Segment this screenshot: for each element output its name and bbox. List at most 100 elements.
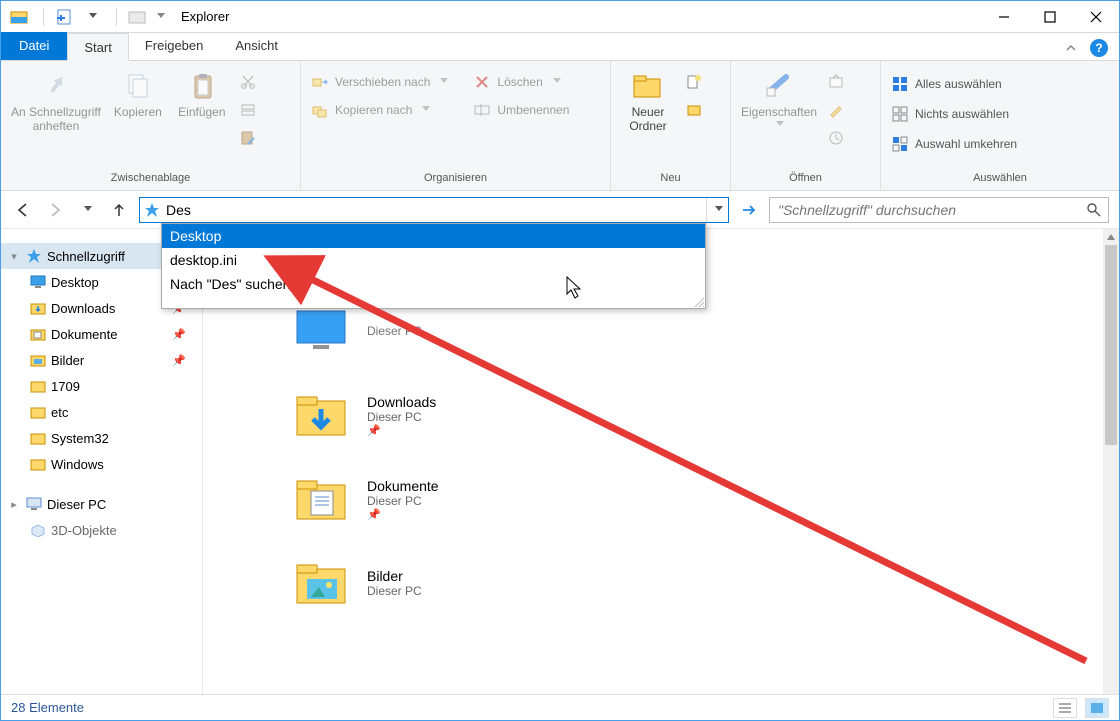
ribbon-group-label: Organisieren	[309, 170, 602, 188]
sidebar-item-1709[interactable]: 1709	[1, 373, 202, 399]
sidebar-item-documents[interactable]: Dokumente📌	[1, 321, 202, 347]
move-to-button[interactable]: Verschieben nach	[309, 71, 450, 93]
list-item[interactable]: DokumenteDieser PC📌	[293, 467, 1119, 531]
sidebar-item-etc[interactable]: etc	[1, 399, 202, 425]
chevron-down-icon	[422, 106, 430, 114]
qat-dropdown-icon[interactable]	[80, 5, 104, 29]
rename-icon	[473, 101, 491, 119]
qat-properties-icon[interactable]	[52, 5, 76, 29]
paste-shortcut-button[interactable]	[237, 127, 259, 149]
view-tab[interactable]: Ansicht	[219, 32, 294, 60]
explorer-app-icon	[7, 5, 31, 29]
sidebar-item-this-pc[interactable]: ▸ Dieser PC	[1, 491, 202, 517]
search-icon[interactable]	[1086, 202, 1102, 218]
edit-icon	[827, 101, 845, 119]
nav-bar: Desktop desktop.ini Nach "Des" suchen	[1, 191, 1119, 229]
up-button[interactable]	[107, 198, 131, 222]
desktop-icon	[293, 303, 349, 359]
properties-icon	[762, 69, 796, 103]
desktop-icon	[29, 273, 47, 291]
sidebar-item-system32[interactable]: System32	[1, 425, 202, 451]
ribbon-group-organize: Verschieben nach Kopieren nach Löschen	[301, 61, 611, 190]
new-folder-button[interactable]: Neuer Ordner	[619, 65, 677, 133]
scrollbar[interactable]	[1103, 229, 1119, 694]
share-tab[interactable]: Freigeben	[129, 32, 220, 60]
help-button[interactable]: ?	[1087, 36, 1111, 60]
pictures-icon	[293, 555, 349, 611]
qat-customize-icon[interactable]	[153, 5, 167, 29]
copy-button[interactable]: Kopieren	[109, 65, 167, 119]
sidebar-item-windows[interactable]: Windows	[1, 451, 202, 477]
details-view-button[interactable]	[1053, 698, 1077, 718]
resize-grip-icon[interactable]	[162, 296, 705, 308]
window-title: Explorer	[181, 9, 229, 24]
sidebar-item-3d-objects[interactable]: 3D-Objekte	[1, 517, 202, 543]
list-item[interactable]: DownloadsDieser PC📌	[293, 383, 1119, 447]
file-tab[interactable]: Datei	[1, 32, 67, 60]
maximize-button[interactable]	[1027, 1, 1073, 33]
rename-button[interactable]: Umbenennen	[471, 99, 571, 121]
sidebar-item-pictures[interactable]: Bilder📌	[1, 347, 202, 373]
back-button[interactable]	[11, 198, 35, 222]
mouse-cursor-icon	[566, 276, 584, 300]
pin-icon: 📌	[172, 354, 186, 367]
expand-icon[interactable]: ▾	[7, 250, 21, 263]
address-suggestion[interactable]: Desktop	[162, 224, 705, 248]
address-bar[interactable]	[139, 197, 729, 223]
chevron-down-icon	[553, 78, 561, 86]
paste-icon	[185, 69, 219, 103]
new-item-button[interactable]	[683, 71, 705, 93]
copy-to-button[interactable]: Kopieren nach	[309, 99, 432, 121]
close-button[interactable]	[1073, 1, 1119, 33]
address-suggestion[interactable]: Nach "Des" suchen	[162, 272, 705, 296]
pin-icon: 📌	[367, 424, 436, 437]
folder-icon	[29, 403, 47, 421]
select-all-icon	[891, 75, 909, 93]
go-button[interactable]	[737, 198, 761, 222]
open-button[interactable]	[825, 71, 847, 93]
list-item[interactable]: BilderDieser PC	[293, 551, 1119, 615]
ribbon: An Schnellzugriff anheften Kopieren Einf…	[1, 61, 1119, 191]
home-tab[interactable]: Start	[67, 33, 128, 61]
collapse-ribbon-icon[interactable]	[1059, 36, 1083, 60]
list-item[interactable]: Dieser PC	[293, 299, 1119, 363]
address-dropdown-button[interactable]	[706, 198, 728, 222]
minimize-button[interactable]	[981, 1, 1027, 33]
status-bar: 28 Elemente	[1, 694, 1119, 720]
ribbon-group-clipboard: An Schnellzugriff anheften Kopieren Einf…	[1, 61, 301, 190]
address-input[interactable]	[164, 199, 706, 221]
scroll-thumb[interactable]	[1105, 245, 1117, 445]
properties-button[interactable]: Eigenschaften	[739, 65, 819, 129]
cut-button[interactable]	[237, 71, 259, 93]
qat-folder-icon[interactable]	[125, 5, 149, 29]
invert-selection-button[interactable]: Auswahl umkehren	[889, 133, 1019, 155]
address-suggestions-dropdown: Desktop desktop.ini Nach "Des" suchen	[161, 223, 706, 309]
history-button[interactable]	[825, 127, 847, 149]
invert-selection-icon	[891, 135, 909, 153]
edit-button[interactable]	[825, 99, 847, 121]
delete-icon	[473, 73, 491, 91]
select-none-button[interactable]: Nichts auswählen	[889, 103, 1011, 125]
search-box[interactable]	[769, 197, 1109, 223]
pin-to-quick-access-button[interactable]: An Schnellzugriff anheften	[9, 65, 103, 133]
folder-icon	[29, 377, 47, 395]
ribbon-group-label: Neu	[619, 170, 722, 188]
easy-access-button[interactable]	[683, 99, 705, 121]
copy-path-button[interactable]	[237, 99, 259, 121]
chevron-down-icon	[776, 121, 784, 129]
select-all-button[interactable]: Alles auswählen	[889, 73, 1004, 95]
separator	[116, 8, 117, 26]
paste-button[interactable]: Einfügen	[173, 65, 231, 119]
recent-locations-button[interactable]	[75, 198, 99, 222]
scroll-up-button[interactable]	[1103, 229, 1119, 245]
delete-button[interactable]: Löschen	[471, 71, 562, 93]
large-icons-view-button[interactable]	[1085, 698, 1109, 718]
forward-button[interactable]	[43, 198, 67, 222]
address-suggestion[interactable]: desktop.ini	[162, 248, 705, 272]
ribbon-group-select: Alles auswählen Nichts auswählen Auswahl…	[881, 61, 1119, 190]
expand-icon[interactable]: ▸	[7, 498, 21, 511]
search-input[interactable]	[776, 201, 1086, 219]
chevron-down-icon	[440, 78, 448, 86]
copy-path-icon	[239, 101, 257, 119]
select-none-icon	[891, 105, 909, 123]
